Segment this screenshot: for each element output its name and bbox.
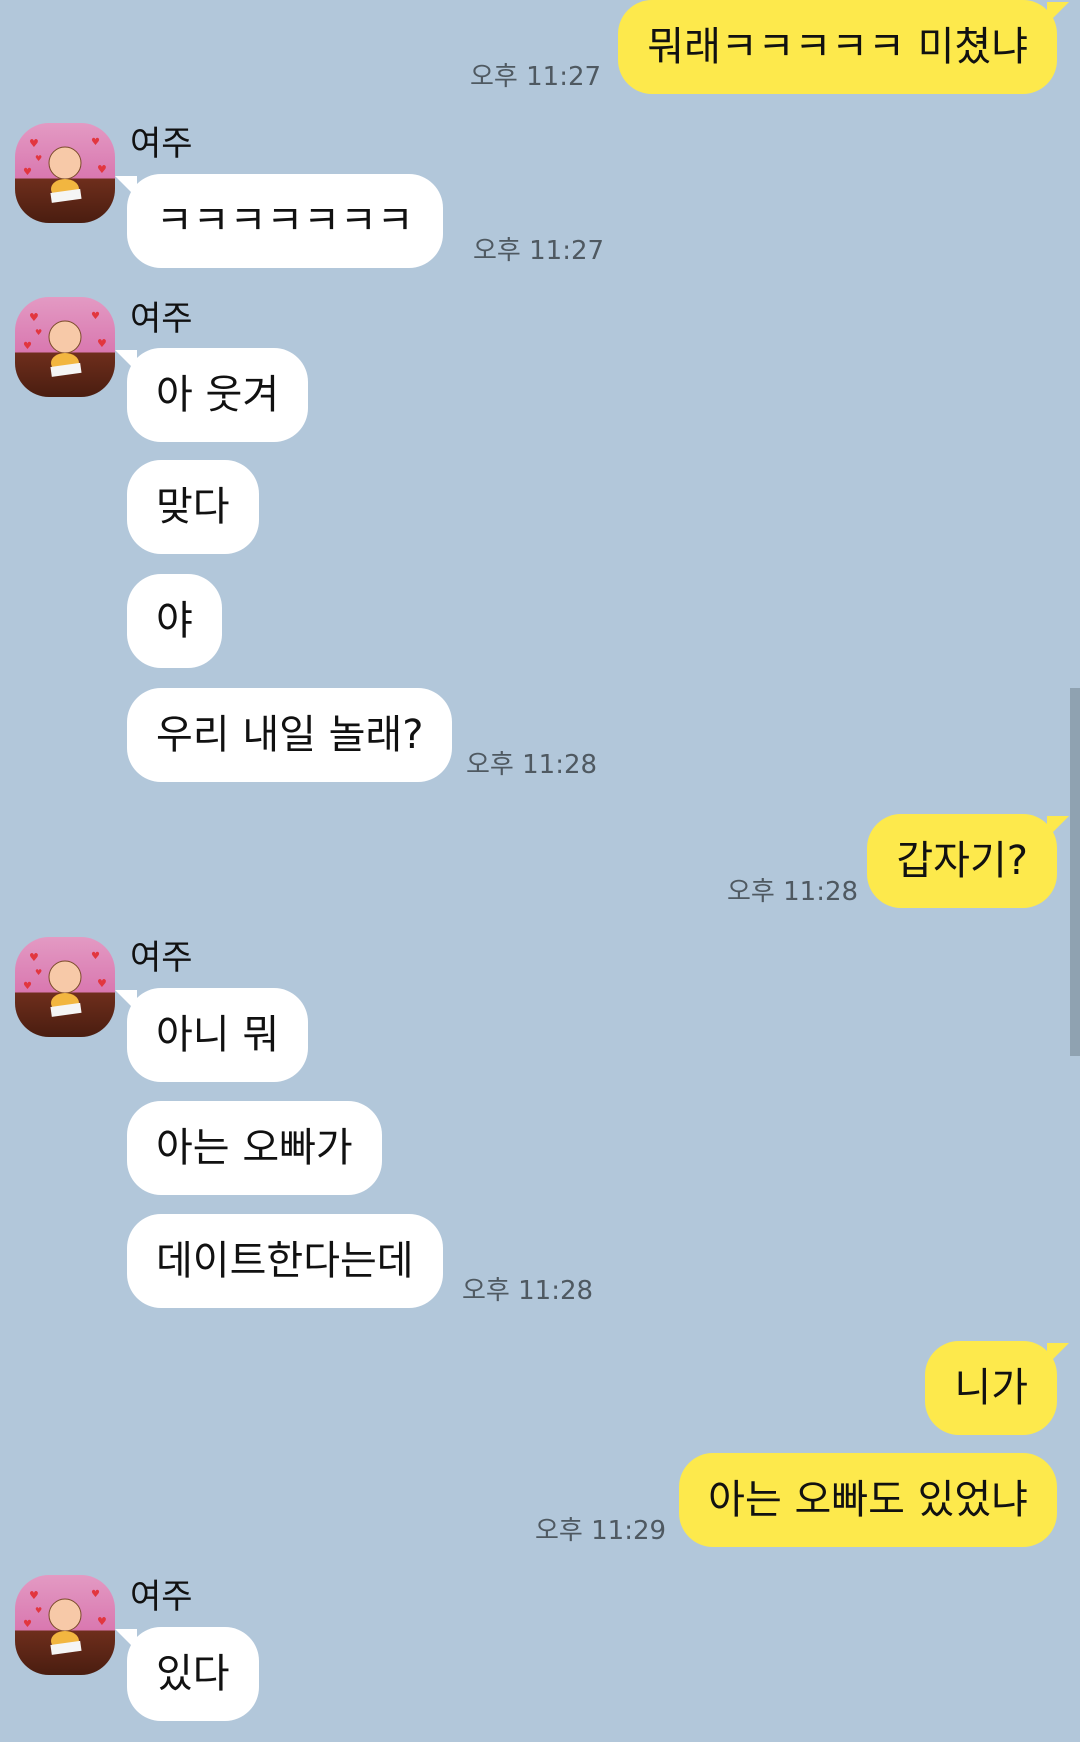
message-timestamp: 오후 11:28: [727, 877, 859, 907]
incoming-message-bubble[interactable]: 데이트한다는데: [127, 1214, 443, 1308]
svg-text:♥: ♥: [23, 981, 32, 992]
incoming-message-bubble[interactable]: 우리 내일 놀래?: [127, 688, 453, 782]
svg-text:♥: ♥: [23, 341, 32, 352]
chat-message-list[interactable]: 뭐래ㅋㅋㅋㅋㅋ 미쳤냐 오후 11:27 ♥ ♥ ♥ ♥ ♥ 여주 ㅋㅋㅋㅋㅋㅋ…: [0, 0, 1080, 1742]
svg-text:♥: ♥: [97, 163, 107, 176]
svg-text:♥: ♥: [35, 1606, 42, 1615]
outgoing-message-bubble[interactable]: 니가: [925, 1341, 1069, 1435]
svg-text:♥: ♥: [97, 977, 107, 990]
svg-text:♥: ♥: [35, 154, 42, 163]
baby-drawing-avatar-icon: ♥ ♥ ♥ ♥ ♥: [23, 951, 107, 1017]
svg-text:♥: ♥: [23, 167, 32, 178]
svg-text:♥: ♥: [97, 337, 107, 350]
sender-name: 여주: [130, 938, 193, 978]
incoming-message-bubble[interactable]: 아는 오빠가: [127, 1101, 382, 1195]
scrollbar[interactable]: [1070, 688, 1080, 1056]
outgoing-message-bubble[interactable]: 뭐래ㅋㅋㅋㅋㅋ 미쳤냐: [618, 0, 1069, 94]
outgoing-message-bubble[interactable]: 아는 오빠도 있었냐: [679, 1453, 1057, 1547]
incoming-message-bubble[interactable]: 야: [127, 574, 222, 668]
svg-text:♥: ♥: [91, 951, 100, 962]
baby-drawing-avatar-icon: ♥ ♥ ♥ ♥ ♥: [23, 311, 107, 377]
message-timestamp: 오후 11:29: [535, 1516, 667, 1546]
svg-text:♥: ♥: [35, 968, 42, 977]
incoming-message-bubble[interactable]: 아 웃겨: [114, 348, 309, 442]
svg-text:♥: ♥: [29, 137, 39, 150]
incoming-message-bubble[interactable]: 아니 뭐: [114, 988, 309, 1082]
svg-text:♥: ♥: [91, 137, 100, 148]
message-timestamp: 오후 11:28: [466, 750, 598, 780]
svg-text:♥: ♥: [29, 1589, 39, 1602]
contact-avatar[interactable]: ♥ ♥ ♥ ♥ ♥: [15, 297, 115, 397]
contact-avatar[interactable]: ♥ ♥ ♥ ♥ ♥: [15, 123, 115, 223]
sender-name: 여주: [130, 124, 193, 164]
sender-name: 여주: [130, 1577, 193, 1617]
svg-text:♥: ♥: [91, 1589, 100, 1600]
svg-text:♥: ♥: [35, 328, 42, 337]
svg-text:♥: ♥: [91, 311, 100, 322]
message-timestamp: 오후 11:28: [462, 1276, 594, 1306]
incoming-message-bubble[interactable]: 맞다: [127, 460, 259, 554]
message-timestamp: 오후 11:27: [473, 236, 605, 266]
sender-name: 여주: [130, 299, 193, 339]
svg-text:♥: ♥: [29, 311, 39, 324]
svg-text:♥: ♥: [97, 1615, 107, 1628]
incoming-message-bubble[interactable]: 있다: [115, 1627, 259, 1721]
contact-avatar[interactable]: ♥ ♥ ♥ ♥ ♥: [15, 937, 115, 1037]
svg-text:♥: ♥: [29, 951, 39, 964]
incoming-message-bubble[interactable]: ㅋㅋㅋㅋㅋㅋㅋ: [115, 174, 443, 268]
message-timestamp: 오후 11:27: [470, 62, 602, 92]
contact-avatar[interactable]: ♥ ♥ ♥ ♥ ♥: [15, 1575, 115, 1675]
baby-drawing-avatar-icon: ♥ ♥ ♥ ♥ ♥: [23, 1589, 107, 1655]
outgoing-message-bubble[interactable]: 갑자기?: [867, 814, 1069, 908]
baby-drawing-avatar-icon: ♥ ♥ ♥ ♥ ♥: [23, 137, 107, 203]
svg-text:♥: ♥: [23, 1619, 32, 1630]
